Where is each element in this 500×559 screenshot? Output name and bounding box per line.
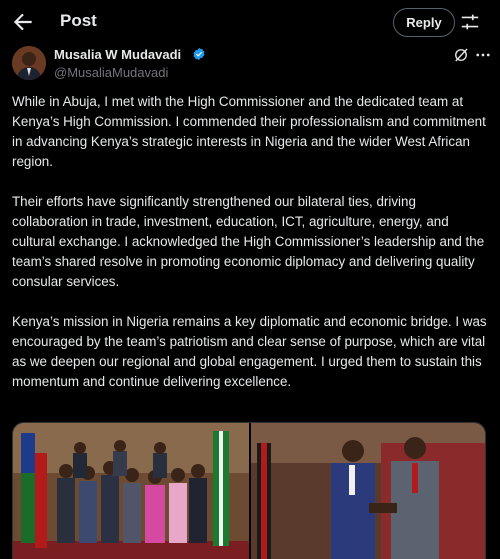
reply-button[interactable]: Reply [393, 8, 455, 37]
post-paragraph: Kenya’s mission in Nigeria remains a key… [12, 314, 487, 389]
post-author: Musalia W Mudavadi @MusaliaMudavadi [12, 46, 490, 82]
post-paragraph: Their efforts have significantly strengt… [12, 194, 485, 289]
settings-sliders-icon[interactable] [459, 11, 481, 33]
verified-badge-icon [193, 47, 205, 61]
group-photo[interactable] [13, 423, 249, 559]
more-options-icon[interactable] [474, 46, 492, 64]
back-arrow-icon[interactable] [10, 9, 36, 35]
post-text: While in Abuja, I met with the High Comm… [12, 92, 490, 412]
top-bar: Post Reply [0, 0, 500, 44]
handshake-photo[interactable] [251, 423, 485, 559]
author-handle[interactable]: @MusaliaMudavadi [54, 65, 168, 80]
grok-icon[interactable] [452, 46, 470, 64]
post-paragraph: While in Abuja, I met with the High Comm… [12, 94, 486, 169]
post-media [12, 422, 486, 559]
page-title: Post [60, 11, 97, 30]
avatar[interactable] [12, 46, 46, 80]
author-name[interactable]: Musalia W Mudavadi [54, 47, 181, 62]
